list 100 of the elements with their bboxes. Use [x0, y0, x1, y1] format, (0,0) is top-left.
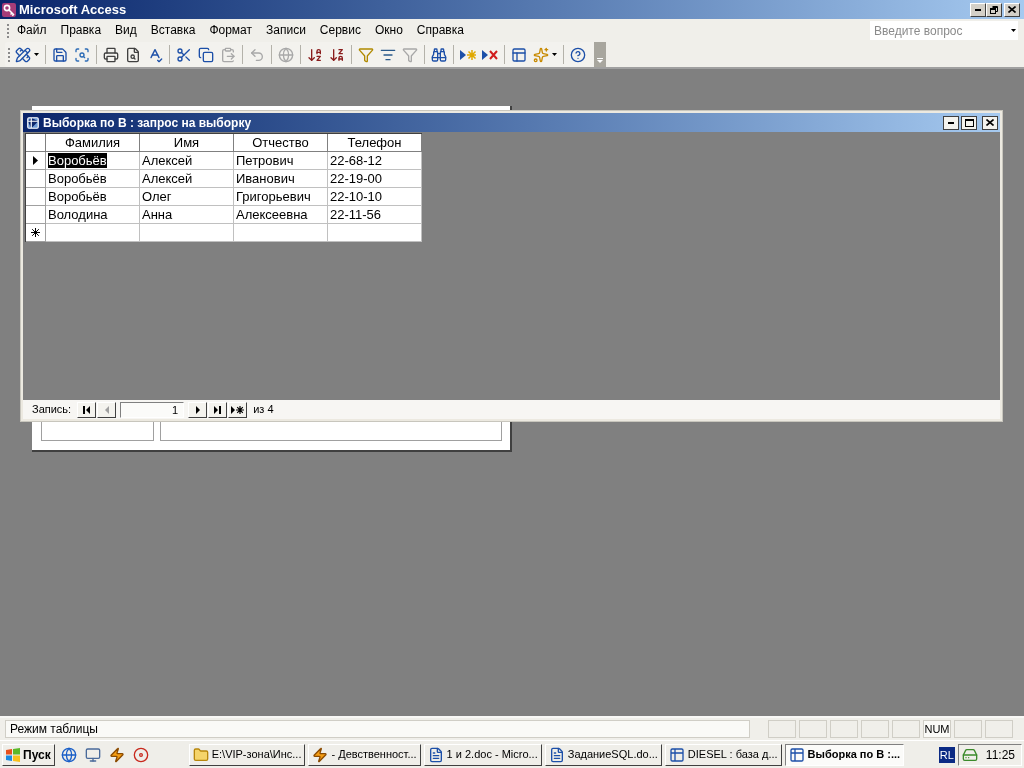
form-field[interactable] — [160, 421, 502, 441]
taskbar-button[interactable]: DIESEL : база д... — [664, 743, 782, 766]
record-selector[interactable] — [26, 152, 46, 170]
status-panel — [861, 720, 889, 738]
new-record-button[interactable] — [228, 401, 248, 418]
table-cell: 22-68-12 — [328, 152, 422, 170]
caret-icon — [597, 58, 603, 63]
undo-icon — [249, 46, 265, 63]
status-panel — [892, 720, 920, 738]
record-count: из 4 — [253, 404, 274, 415]
menu-item[interactable]: Правка — [53, 21, 109, 40]
select-all-box[interactable] — [26, 134, 46, 152]
window-icon — [511, 46, 527, 63]
close-icon — [1008, 6, 1016, 13]
maximize-icon — [964, 118, 974, 127]
funnel-icon — [402, 46, 418, 63]
page-magnifier-icon — [125, 46, 141, 63]
last-record-button[interactable] — [208, 401, 228, 418]
maximize-button[interactable] — [961, 115, 977, 130]
sort-descending-icon — [329, 46, 345, 63]
taskbar-button[interactable]: ЗаданиеSQL.do... — [544, 743, 662, 766]
clock: 11:25 — [985, 748, 1015, 761]
table-cell: Воробьёв — [46, 188, 140, 206]
taskbar-button[interactable]: Выборка по В :... — [784, 743, 905, 766]
asterisk-icon — [31, 228, 40, 237]
monitor-icon[interactable] — [84, 746, 101, 763]
globe-icon[interactable] — [60, 746, 77, 763]
menu-item[interactable]: Вид — [108, 21, 144, 40]
menu-item[interactable]: Окно — [367, 21, 410, 40]
taskbar-button[interactable]: E:\VIP-зона\Инс... — [188, 743, 306, 766]
folder-icon — [192, 746, 209, 763]
scissors-icon — [176, 46, 192, 63]
taskbar-button[interactable]: - Девственност... — [308, 743, 421, 766]
minimize-button[interactable] — [943, 115, 959, 130]
funnel-icon — [358, 46, 374, 63]
column-header[interactable]: Телефон — [328, 134, 422, 152]
caret-icon — [552, 53, 557, 56]
form-field[interactable] — [41, 421, 154, 441]
close-button[interactable] — [982, 115, 998, 130]
column-header[interactable]: Имя — [140, 134, 234, 152]
restore-button[interactable] — [986, 2, 1002, 17]
printer-icon — [103, 46, 119, 63]
menu-item[interactable]: Справка — [409, 21, 471, 40]
status-message: Режим таблицы — [5, 720, 750, 738]
record-label: Запись: — [32, 404, 72, 415]
table-cell: Григорьевич — [234, 188, 328, 206]
status-panel — [799, 720, 827, 738]
window-title: Выборка по В : запрос на выборку — [43, 116, 252, 129]
window-title: Microsoft Access — [19, 3, 127, 16]
skip-to-end-icon — [214, 405, 222, 414]
table-cell: Воробьёв — [46, 152, 140, 170]
save-icon — [52, 46, 68, 63]
next-record-button[interactable] — [188, 401, 208, 418]
triangle-right-icon — [33, 156, 38, 165]
lightning-icon[interactable] — [108, 746, 125, 763]
caret-icon — [34, 53, 39, 56]
table-cell: Петрович — [234, 152, 328, 170]
column-header[interactable]: Фамилия — [46, 134, 140, 152]
status-panel — [985, 720, 1013, 738]
spell-check-icon — [147, 46, 163, 63]
caret-icon — [1011, 29, 1016, 32]
triangle-asterisk-icon — [460, 48, 476, 61]
table-cell: Алексей — [140, 152, 234, 170]
menu-item[interactable]: Файл — [10, 21, 54, 40]
menu-item[interactable]: Сервис — [312, 21, 368, 40]
skip-to-start-icon — [83, 405, 91, 414]
key-icon — [2, 2, 16, 17]
disc-icon[interactable] — [132, 746, 149, 763]
globe-icon — [278, 46, 294, 63]
table-icon — [26, 115, 40, 130]
status-panel — [768, 720, 796, 738]
copy-icon — [198, 46, 214, 63]
triangle-left-icon — [104, 405, 109, 414]
language-indicator[interactable]: RL — [938, 746, 955, 763]
table-cell: Иванович — [234, 170, 328, 188]
help-search-field[interactable]: Введите вопрос — [870, 21, 1018, 40]
menu-item[interactable]: Вставка — [143, 21, 203, 40]
menu-item[interactable]: Формат — [202, 21, 260, 40]
help-icon — [570, 46, 586, 63]
start-button[interactable]: Пуск — [2, 743, 55, 766]
lightning-icon — [312, 746, 329, 763]
sort-ascending-icon — [307, 46, 323, 63]
status-indicator: NUM — [923, 720, 951, 738]
record-selector[interactable] — [26, 224, 46, 242]
table-icon — [668, 746, 685, 763]
triangle-asterisk-icon — [231, 405, 245, 414]
triangle-right-icon — [195, 405, 200, 414]
drive-icon[interactable] — [961, 746, 978, 763]
document-icon — [548, 746, 565, 763]
table-cell: 22-10-10 — [328, 188, 422, 206]
table-cell: Воробьёв — [46, 170, 140, 188]
menu-item[interactable]: Записи — [259, 21, 313, 40]
restore-icon — [990, 5, 998, 14]
record-number-field[interactable]: 1 — [120, 401, 185, 418]
column-header[interactable]: Отчество — [234, 134, 328, 152]
table-icon — [788, 746, 805, 763]
taskbar-button[interactable]: 1 и 2.doc - Micro... — [423, 743, 542, 766]
first-record-button[interactable] — [77, 401, 97, 418]
scan-search-icon — [74, 46, 90, 63]
table-cell: Олег — [140, 188, 234, 206]
